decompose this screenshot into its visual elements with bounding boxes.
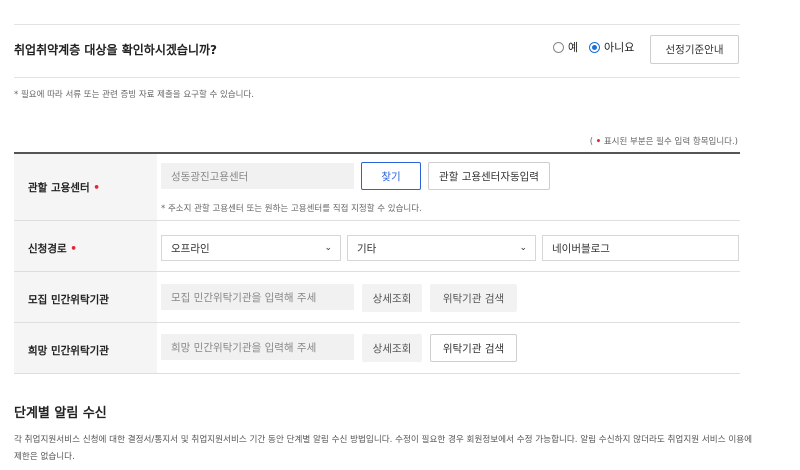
selection-criteria-button[interactable]: 선정기준안내 xyxy=(650,35,739,64)
recruit-label: 모집 민간위탁기관 xyxy=(28,294,109,306)
radio-yes[interactable]: 예 xyxy=(553,39,578,55)
question-divider xyxy=(14,77,740,78)
recruit-detail-button[interactable]: 상세조회 xyxy=(362,284,422,312)
radio-yes-icon[interactable] xyxy=(553,41,564,53)
top-divider xyxy=(14,24,740,25)
hope-agency-input[interactable]: 희망 민간위탁기관을 입력해 주세 xyxy=(161,334,354,360)
recruit-agency-input[interactable]: 모집 민간위탁기관을 입력해 주세 xyxy=(161,284,354,310)
center-input[interactable]: 성동광진고용센터 xyxy=(161,163,354,189)
chevron-down-icon: ⌄ xyxy=(324,243,332,253)
radio-no[interactable]: 아니요 xyxy=(589,39,634,55)
route-select-offline[interactable]: 오프라인 ⌄ xyxy=(161,235,341,261)
hope-detail-button[interactable]: 상세조회 xyxy=(362,334,422,362)
required-dot-icon: • xyxy=(70,243,78,255)
route-label: 신청경로 • xyxy=(28,243,78,255)
find-center-button[interactable]: 찾기 xyxy=(361,162,421,190)
route-select-other[interactable]: 기타 ⌄ xyxy=(347,235,536,261)
recruit-agency-search-button[interactable]: 위탁기관 검색 xyxy=(430,284,517,312)
required-dot-icon: • xyxy=(595,137,602,147)
radio-yes-label: 예 xyxy=(568,41,579,54)
alerts-section-title: 단계별 알림 수신 xyxy=(14,406,107,421)
hope-agency-search-button[interactable]: 위탁기관 검색 xyxy=(430,334,517,362)
radio-no-icon[interactable] xyxy=(589,41,600,53)
radio-no-label: 아니요 xyxy=(604,41,635,54)
evidence-note: * 필요에 따라 서류 또는 관련 증빙 자료 제출을 요구할 수 있습니다. xyxy=(14,90,254,100)
required-note: ( • 표시된 부분은 필수 입력 항목입니다.) xyxy=(589,137,738,147)
row-divider xyxy=(14,373,740,374)
center-note: * 주소지 관할 고용센터 또는 원하는 고용센터를 직접 지정할 수 있습니다… xyxy=(161,204,422,214)
center-auto-fill-button[interactable]: 관할 고용센터자동입력 xyxy=(428,162,550,190)
required-dot-icon: • xyxy=(93,182,100,194)
hope-label: 희망 민간위탁기관 xyxy=(28,345,109,357)
route-select-other-value: 기타 xyxy=(357,242,377,255)
vulnerable-question: 취업취약계층 대상을 확인하시겠습니까? xyxy=(14,43,217,57)
route-detail-input[interactable]: 네이버블로그 xyxy=(542,235,739,261)
route-select-offline-value: 오프라인 xyxy=(171,242,210,255)
alerts-description: 각 취업지원서비스 신청에 대한 결정서/통지서 및 취업지원서비스 기간 동안… xyxy=(14,435,753,462)
center-label: 관할 고용센터 • xyxy=(28,182,100,194)
chevron-down-icon: ⌄ xyxy=(519,243,527,253)
